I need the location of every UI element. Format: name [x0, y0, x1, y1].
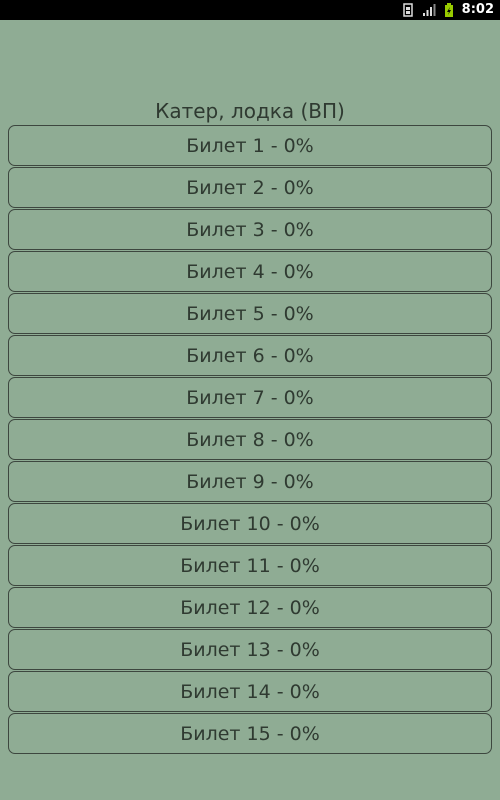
ticket-list: Билет 1 - 0% Билет 2 - 0% Билет 3 - 0% Б…	[8, 125, 492, 755]
ticket-button-10[interactable]: Билет 10 - 0%	[8, 503, 492, 544]
ticket-button-13[interactable]: Билет 13 - 0%	[8, 629, 492, 670]
ticket-button-9[interactable]: Билет 9 - 0%	[8, 461, 492, 502]
screen-title: Катер, лодка (ВП)	[155, 99, 345, 123]
battery-charging-icon	[444, 2, 454, 18]
ticket-button-14[interactable]: Билет 14 - 0%	[8, 671, 492, 712]
ticket-button-15[interactable]: Билет 15 - 0%	[8, 713, 492, 754]
ticket-button-12[interactable]: Билет 12 - 0%	[8, 587, 492, 628]
ticket-button-3[interactable]: Билет 3 - 0%	[8, 209, 492, 250]
ticket-button-1[interactable]: Билет 1 - 0%	[8, 125, 492, 166]
ticket-button-5[interactable]: Билет 5 - 0%	[8, 293, 492, 334]
status-clock: 8:02	[461, 2, 494, 17]
ticket-button-8[interactable]: Билет 8 - 0%	[8, 419, 492, 460]
ticket-button-4[interactable]: Билет 4 - 0%	[8, 251, 492, 292]
status-bar: 8:02	[0, 0, 500, 20]
ticket-button-6[interactable]: Билет 6 - 0%	[8, 335, 492, 376]
ticket-button-11[interactable]: Билет 11 - 0%	[8, 545, 492, 586]
sim-card-icon	[402, 3, 414, 17]
status-icons: 8:02	[402, 0, 494, 20]
ticket-button-7[interactable]: Билет 7 - 0%	[8, 377, 492, 418]
signal-icon	[422, 3, 436, 17]
ticket-button-2[interactable]: Билет 2 - 0%	[8, 167, 492, 208]
